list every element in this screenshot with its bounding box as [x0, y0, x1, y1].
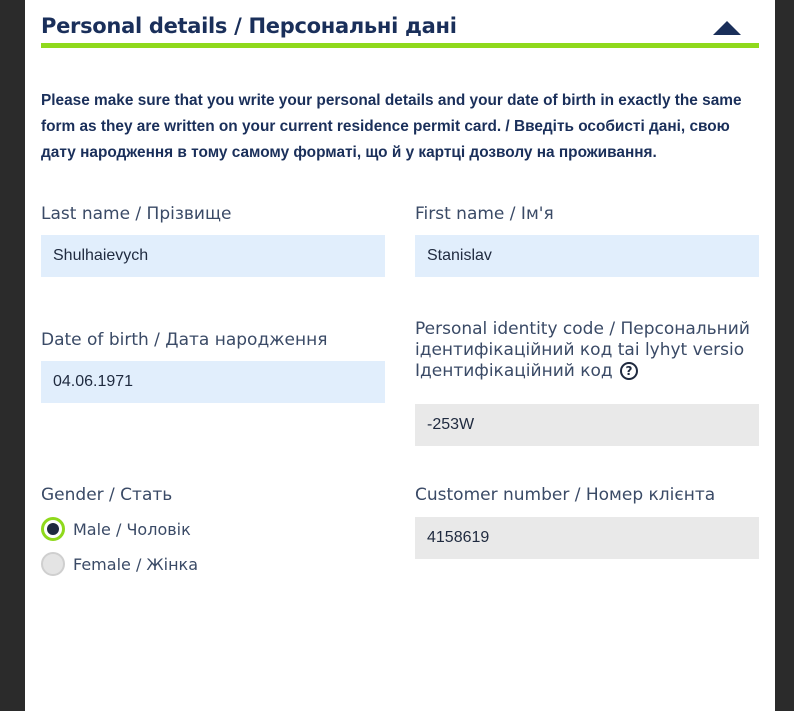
radio-selected-icon[interactable] — [41, 517, 65, 541]
gender-option-male[interactable]: Male / Чоловік — [41, 517, 191, 541]
identity-code-value: -253W — [427, 416, 475, 433]
intro-text: Please make sure that you write your per… — [41, 92, 742, 161]
radio-unselected-icon[interactable] — [41, 552, 65, 576]
gender-option-label: Female / Жінка — [73, 554, 199, 574]
identity-code-label: Personal identity code / Персональний ід… — [415, 319, 750, 381]
help-icon[interactable]: ? — [620, 362, 639, 380]
identity-code-label-wrap: Personal identity code / Персональний ід… — [415, 319, 759, 382]
date-of-birth-field[interactable]: 04.06.1971 — [41, 361, 385, 403]
first-name-value: Stanislav — [427, 247, 492, 264]
gender-option-label: Male / Чоловік — [73, 519, 191, 539]
personal-details-panel: Personal details / Персональні дані Plea… — [25, 0, 775, 711]
gender-option-female[interactable]: Female / Жінка — [41, 552, 198, 576]
customer-number-value: 4158619 — [427, 529, 490, 546]
first-name-field[interactable]: Stanislav — [415, 235, 759, 277]
last-name-field[interactable]: Shulhaievych — [41, 235, 385, 277]
last-name-label: Last name / Прізвище — [41, 204, 232, 224]
identity-code-field: -253W — [415, 404, 759, 446]
gender-label: Gender / Стать — [41, 485, 173, 505]
first-name-label: First name / Ім'я — [415, 204, 554, 224]
section-header[interactable]: Personal details / Персональні дані — [41, 0, 759, 48]
customer-number-field: 4158619 — [415, 517, 759, 559]
section-title: Personal details / Персональні дані — [41, 14, 457, 38]
date-of-birth-value: 04.06.1971 — [53, 373, 134, 390]
last-name-value: Shulhaievych — [53, 247, 149, 264]
customer-number-label: Customer number / Номер клієнта — [415, 485, 716, 505]
date-of-birth-label: Date of birth / Дата народження — [41, 330, 328, 350]
chevron-up-icon[interactable] — [713, 21, 741, 35]
